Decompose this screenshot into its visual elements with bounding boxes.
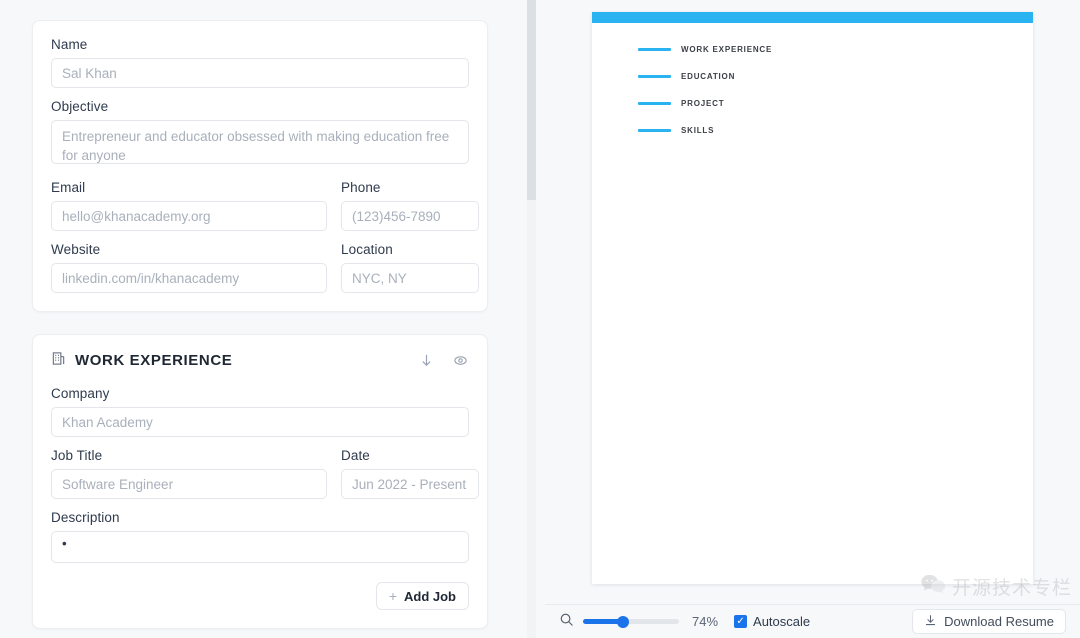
objective-label: Objective bbox=[51, 99, 109, 114]
job-title-input[interactable] bbox=[51, 469, 327, 499]
section-rule bbox=[638, 129, 671, 132]
job-title-label: Job Title bbox=[51, 448, 103, 463]
website-input[interactable] bbox=[51, 263, 327, 293]
preview-toolbar: 74% ✓ Autoscale Download Resume bbox=[545, 604, 1080, 638]
date-label: Date bbox=[341, 448, 370, 463]
add-job-row: + Add Job bbox=[51, 582, 469, 610]
download-icon bbox=[924, 614, 937, 630]
jobtitle-date-row: Job Title Date bbox=[51, 448, 479, 499]
form-scrollbar-track[interactable] bbox=[527, 0, 536, 638]
resume-accent-bar bbox=[592, 12, 1033, 23]
visibility-eye-icon[interactable] bbox=[451, 352, 469, 370]
zoom-slider[interactable] bbox=[583, 615, 679, 628]
magnifier-icon[interactable] bbox=[559, 612, 574, 632]
move-down-icon[interactable] bbox=[417, 352, 435, 370]
section-rule bbox=[638, 48, 671, 51]
description-input[interactable] bbox=[51, 531, 469, 563]
location-input[interactable] bbox=[341, 263, 479, 293]
work-experience-actions bbox=[417, 352, 469, 370]
resume-section-work-experience: WORK EXPERIENCE bbox=[638, 45, 1033, 54]
resume-sections: WORK EXPERIENCE EDUCATION PROJECT SKILLS bbox=[592, 23, 1033, 135]
website-label: Website bbox=[51, 242, 101, 257]
autoscale-label: Autoscale bbox=[753, 614, 811, 629]
resume-section-education: EDUCATION bbox=[638, 72, 1033, 81]
company-input[interactable] bbox=[51, 407, 469, 437]
section-rule bbox=[638, 102, 671, 105]
work-experience-title-group: WORK EXPERIENCE bbox=[51, 351, 232, 370]
phone-label: Phone bbox=[341, 180, 381, 195]
description-label: Description bbox=[51, 510, 120, 525]
email-label: Email bbox=[51, 180, 86, 195]
zoom-control-group: 74% bbox=[559, 612, 718, 632]
section-rule bbox=[638, 75, 671, 78]
resume-section-project: PROJECT bbox=[638, 99, 1033, 108]
autoscale-checkbox[interactable]: ✓ bbox=[734, 615, 748, 628]
zoom-percent-label: 74% bbox=[692, 614, 719, 629]
resume-section-label: PROJECT bbox=[681, 99, 725, 108]
add-job-button[interactable]: + Add Job bbox=[375, 582, 469, 610]
form-panel: Name Objective Email Phone bbox=[0, 0, 545, 638]
resume-section-label: WORK EXPERIENCE bbox=[681, 45, 773, 54]
name-label: Name bbox=[51, 37, 88, 52]
email-phone-row: Email Phone bbox=[51, 180, 479, 231]
resume-page: WORK EXPERIENCE EDUCATION PROJECT SKILLS bbox=[592, 12, 1033, 584]
work-experience-header: WORK EXPERIENCE bbox=[51, 351, 469, 370]
autoscale-checkbox-group[interactable]: ✓ Autoscale bbox=[734, 614, 810, 629]
basic-info-card: Name Objective Email Phone bbox=[32, 20, 488, 312]
add-job-label: Add Job bbox=[404, 588, 456, 604]
resume-builder-app: Name Objective Email Phone bbox=[0, 0, 1080, 638]
form-content: Name Objective Email Phone bbox=[0, 20, 500, 638]
form-scrollbar-thumb[interactable] bbox=[527, 0, 536, 200]
website-location-row: Website Location bbox=[51, 242, 479, 293]
download-resume-button[interactable]: Download Resume bbox=[912, 609, 1066, 634]
phone-input[interactable] bbox=[341, 201, 479, 231]
date-input[interactable] bbox=[341, 469, 479, 499]
email-input[interactable] bbox=[51, 201, 327, 231]
location-label: Location bbox=[341, 242, 393, 257]
resume-preview-panel: WORK EXPERIENCE EDUCATION PROJECT SKILLS bbox=[545, 0, 1080, 638]
building-icon bbox=[51, 351, 66, 370]
work-experience-card: WORK EXPERIENCE Company Khan Academy Job… bbox=[32, 334, 488, 629]
zoom-slider-handle[interactable] bbox=[617, 615, 629, 628]
name-input[interactable] bbox=[51, 58, 469, 88]
objective-input[interactable] bbox=[51, 120, 469, 164]
resume-section-label: SKILLS bbox=[681, 126, 715, 135]
work-experience-title: WORK EXPERIENCE bbox=[75, 352, 233, 369]
resume-section-skills: SKILLS bbox=[638, 126, 1033, 135]
company-label: Company bbox=[51, 386, 110, 401]
download-resume-label: Download Resume bbox=[944, 614, 1054, 629]
resume-section-label: EDUCATION bbox=[681, 72, 736, 81]
plus-icon: + bbox=[388, 588, 397, 604]
